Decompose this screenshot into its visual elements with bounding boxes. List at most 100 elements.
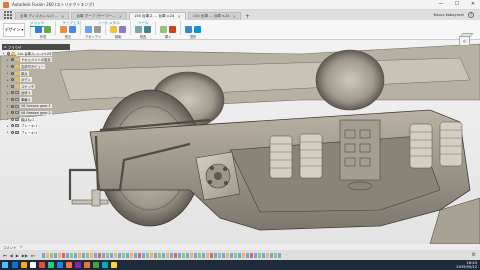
browser-tree-row[interactable]: ▸ スケッチ [2,83,70,90]
timeline-feature-icon[interactable] [257,252,261,258]
timeline-feature-icon[interactable] [169,252,173,258]
browser-tree-row[interactable]: ▸ 名前付きビュー [2,63,70,70]
timeline-feature-icon[interactable] [117,252,121,258]
expand-arrow-icon[interactable]: ▸ [7,117,10,121]
timeline-feature-icon[interactable] [153,252,157,258]
browser-tree-row[interactable]: ▸ V6 Seesaw gear:1 [2,103,70,110]
expand-arrow-icon[interactable]: ▸ [7,97,10,101]
timeline-feature-icon[interactable] [141,252,145,258]
timeline-feature-icon[interactable] [77,252,81,258]
close-tab-icon[interactable]: ✕ [177,14,180,19]
timeline-feature-icon[interactable] [81,252,85,258]
visibility-eye-icon[interactable] [11,97,14,101]
help-icon[interactable]: ? [468,12,474,18]
timeline-feature-icon[interactable] [229,252,233,258]
timeline-feature-icon[interactable] [85,252,89,258]
taskbar-app-icon[interactable] [12,262,18,268]
taskbar-app-icon[interactable] [48,262,54,268]
taskbar-app-icon[interactable] [93,262,99,268]
timeline-feature-icon[interactable] [73,252,77,258]
timeline-feature-icon[interactable] [65,252,69,258]
expand-arrow-icon[interactable]: ▸ [7,84,10,88]
expand-arrow-icon[interactable]: ▸ [7,104,10,108]
ribbon-tab-surface[interactable]: サーフェス [62,21,80,27]
timeline-feature-icon[interactable] [145,252,149,258]
expand-arrow-icon[interactable]: ▸ [7,71,10,75]
visibility-eye-icon[interactable] [11,124,14,128]
tool-group-label[interactable]: 作成 [40,34,46,39]
visibility-eye-icon[interactable] [11,91,14,95]
tool-group-label[interactable]: 挿入 [165,34,171,39]
visibility-eye-icon[interactable] [11,104,14,108]
close-button[interactable]: ✕ [468,1,478,7]
browser-tree-row[interactable]: ▸ 原点 [2,70,70,77]
timeline-feature-icon[interactable] [225,252,229,258]
canvas-viewport[interactable] [0,40,480,244]
timeline-feature-icon[interactable] [201,252,205,258]
visibility-eye-icon[interactable] [11,117,14,121]
tool-icon[interactable] [169,25,176,33]
tool-icon[interactable] [194,25,201,33]
timeline-feature-icon[interactable] [41,252,45,258]
timeline-feature-icon[interactable] [97,252,101,258]
timeline-feature-icon[interactable] [213,252,217,258]
timeline-feature-icon[interactable] [197,252,201,258]
visibility-eye-icon[interactable] [11,84,14,88]
taskbar-app-icon[interactable] [39,262,45,268]
data-panel-grid-icon[interactable] [4,11,12,19]
timeline-feature-icon[interactable] [193,252,197,258]
document-tab[interactable]: 台車 ディスカレル(ミ... ✕ [15,12,70,20]
expand-arrow-icon[interactable]: ▸ [7,78,10,82]
timeline-feature-icon[interactable] [261,252,265,258]
view-cube-face[interactable]: 右 [459,36,470,46]
taskbar-app-icon[interactable] [111,262,117,268]
tool-group[interactable]: 挿入 [160,21,176,39]
taskbar-app-icon[interactable] [57,262,63,268]
timeline-prev-button[interactable]: ◀ [10,253,13,258]
expand-arrow-icon[interactable]: ▸ [7,130,10,134]
timeline-first-button[interactable]: ⏮ [3,253,7,258]
expand-arrow-icon[interactable]: ▸ [7,124,10,128]
timeline-play-button[interactable]: ▶ [16,253,19,258]
timeline-feature-icon[interactable] [217,252,221,258]
minimize-button[interactable]: — [436,1,446,7]
user-name[interactable]: Tatsuo Kobayashi [433,13,464,17]
browser-tree-row[interactable]: ▸ ドキュメントの設定 [2,57,70,64]
timeline-feature-icon[interactable] [165,252,169,258]
timeline-feature-icon[interactable] [249,252,253,258]
expand-arrow-icon[interactable]: ▸ [3,51,6,55]
timeline-feature-icon[interactable] [221,252,225,258]
close-tab-icon[interactable]: ✕ [233,14,236,19]
timeline-feature-icon[interactable] [133,252,137,258]
timeline-feature-icon[interactable] [269,252,273,258]
timeline-feature-icon[interactable] [181,252,185,258]
expand-arrow-icon[interactable]: ▸ [7,111,10,115]
new-tab-plus-icon[interactable]: + [245,13,250,20]
visibility-eye-icon[interactable] [11,111,14,115]
browser-tree-row[interactable]: ▸ ブレーキ:1 [2,123,70,130]
timeline-feature-icon[interactable] [209,252,213,258]
expand-arrow-icon[interactable]: ▸ [7,58,10,62]
timeline-next-button[interactable]: ▶▶ [22,253,28,258]
timeline-feature-icon[interactable] [49,252,53,258]
timeline-feature-icon[interactable] [233,252,237,258]
timeline-feature-icon[interactable] [253,252,257,258]
timeline-feature-icon[interactable] [157,252,161,258]
timeline-feature-icon[interactable] [149,252,153,258]
timeline-feature-icon[interactable] [93,252,97,258]
ribbon-tab-sheetmetal[interactable]: シートメタル [98,21,120,27]
ribbon-tab-tools[interactable]: ツール [138,21,149,27]
tool-group-label[interactable]: アセンブリ [85,34,101,39]
browser-tree-row[interactable]: ▸ ブレーキ:2 [2,129,70,136]
visibility-eye-icon[interactable] [11,71,14,75]
browser-tree-row[interactable]: ▸ 150 台車ス...(...) v.24 [2,50,70,57]
tool-icon[interactable] [185,25,192,33]
bogie-3d-model[interactable] [0,40,480,244]
document-tab[interactable]: 台車 グーフ (サーマー... ✕ [71,12,128,20]
timeline-feature-icon[interactable] [61,252,65,258]
tool-group-label[interactable]: 修正 [65,34,71,39]
close-tab-icon[interactable]: ✕ [61,14,64,19]
timeline-last-button[interactable]: ⏭ [31,253,35,258]
timeline-feature-icon[interactable] [137,252,141,258]
system-tray-clock[interactable]: 16:43 2019/05/12 [456,261,477,269]
